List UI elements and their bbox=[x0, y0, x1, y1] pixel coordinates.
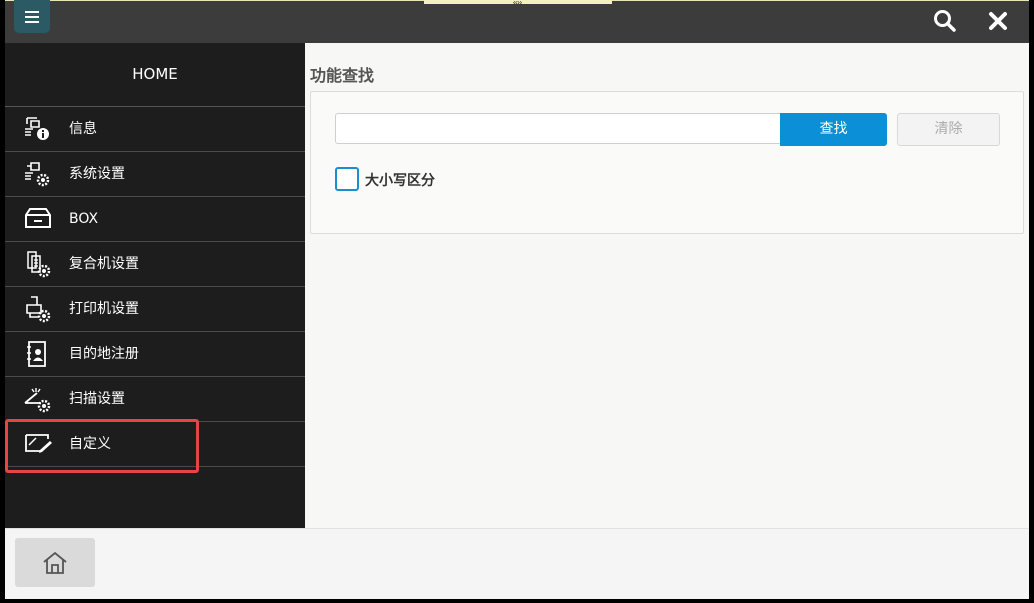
sidebar-item-label: 打印机设置 bbox=[69, 301, 139, 317]
menu-button[interactable] bbox=[14, 0, 50, 33]
sidebar-item-label: 扫描设置 bbox=[69, 391, 125, 407]
sidebar-item-label: BOX bbox=[69, 211, 99, 227]
sidebar-item-info[interactable]: 信息 bbox=[5, 107, 305, 152]
bottom-bar bbox=[5, 528, 1029, 599]
sidebar-item-label: 目的地注册 bbox=[69, 346, 139, 362]
printer-settings-icon bbox=[26, 296, 51, 323]
page-title: 功能查找 bbox=[310, 66, 375, 85]
hamburger-icon bbox=[25, 11, 39, 13]
sidebar-item-system-settings[interactable]: 系统设置 bbox=[5, 152, 305, 197]
sidebar-item-label: 系统设置 bbox=[69, 166, 125, 182]
close-icon bbox=[989, 12, 1007, 30]
box-tray-icon bbox=[25, 208, 51, 228]
case-sensitive-label[interactable]: 大小写区分 bbox=[365, 170, 435, 190]
hamburger-icon-bar bbox=[25, 21, 39, 23]
case-sensitive-checkbox[interactable] bbox=[335, 167, 359, 191]
sidebar-item-scan-settings[interactable]: 扫描设置 bbox=[5, 377, 305, 422]
selection-highlight bbox=[5, 419, 199, 473]
home-icon bbox=[43, 551, 67, 574]
scan-settings-icon bbox=[24, 388, 51, 413]
pull-handle-icon: ‹‹›› bbox=[512, 0, 523, 5]
sidebar-item-destination-registration[interactable]: 目的地注册 bbox=[5, 332, 305, 377]
search-panel: 查找 清除 大小写区分 bbox=[310, 91, 1024, 234]
top-bar: ‹‹›› bbox=[5, 0, 1029, 43]
clear-button[interactable]: 清除 bbox=[897, 113, 1000, 146]
search-button[interactable] bbox=[930, 6, 960, 36]
app-window: ‹‹›› HOME 信息 系统设置 BOX 复合机设置 打印机设置 目的地注册 … bbox=[5, 0, 1029, 599]
info-device-icon bbox=[25, 117, 49, 140]
sidebar-item-label: 信息 bbox=[69, 121, 97, 137]
close-button[interactable] bbox=[983, 6, 1013, 36]
sidebar-item-label: 复合机设置 bbox=[69, 256, 139, 272]
system-settings-icon bbox=[25, 162, 50, 187]
search-icon bbox=[934, 10, 956, 32]
sidebar-item-copier-settings[interactable]: 复合机设置 bbox=[5, 242, 305, 287]
search-input[interactable] bbox=[335, 113, 780, 144]
copier-settings-icon bbox=[27, 251, 51, 278]
home-button[interactable] bbox=[15, 538, 95, 587]
hamburger-icon-bar bbox=[25, 16, 39, 18]
sidebar-item-box[interactable]: BOX bbox=[5, 197, 305, 242]
sidebar-item-printer-settings[interactable]: 打印机设置 bbox=[5, 287, 305, 332]
find-button[interactable]: 查找 bbox=[780, 113, 887, 146]
address-book-icon bbox=[27, 341, 46, 367]
sidebar-home-header[interactable]: HOME bbox=[5, 43, 305, 106]
main-content: 功能查找 查找 清除 大小写区分 bbox=[305, 43, 1029, 528]
